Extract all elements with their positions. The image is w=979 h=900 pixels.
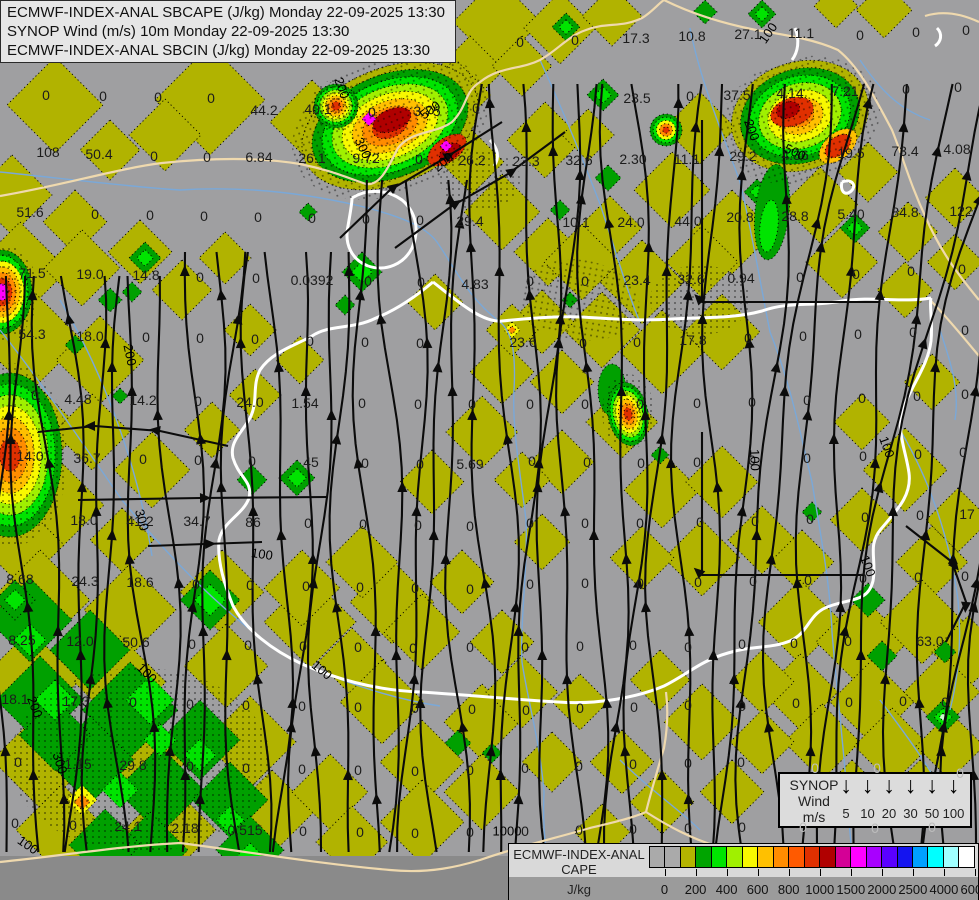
cape-tick-label: 1000 <box>805 882 834 897</box>
cape-tick-mark <box>944 869 945 876</box>
cape-swatch <box>820 846 835 868</box>
cape-swatch <box>836 846 851 868</box>
cape-tick-label: 400 <box>716 882 738 897</box>
cape-tick-mark <box>851 869 852 876</box>
cape-tick-label: 2500 <box>898 882 927 897</box>
cape-swatch <box>867 846 882 868</box>
cape-color-scale <box>649 846 975 868</box>
cape-swatch <box>743 846 758 868</box>
cape-tick-label: 4000 <box>929 882 958 897</box>
cape-tick-mark <box>882 869 883 876</box>
wind-legend-title-line: m/s <box>788 809 840 825</box>
wind-speed-label: 5 <box>842 806 849 821</box>
title-line-wind: SYNOP Wind (m/s) 10m Monday 22-09-2025 1… <box>7 22 449 41</box>
wind-arrow-icon: ↓ <box>948 772 960 799</box>
title-line-sbcape: ECMWF-INDEX-ANAL SBCAPE (J/kg) Monday 22… <box>7 3 449 22</box>
cape-swatch <box>681 846 696 868</box>
cape-swatch <box>665 846 680 868</box>
cape-swatch <box>789 846 804 868</box>
wind-arrow-icon: ↓ <box>840 772 852 799</box>
cape-swatch <box>727 846 742 868</box>
wind-arrow-icon: ↓ <box>883 772 895 799</box>
map-canvas <box>0 0 979 900</box>
wind-arrow-icon: ↓ <box>862 772 874 799</box>
cape-swatch <box>928 846 943 868</box>
cape-swatch <box>898 846 913 868</box>
wind-legend-title-line: SYNOP <box>788 777 840 793</box>
cape-tick-label: 0 <box>661 882 668 897</box>
cape-swatch <box>805 846 820 868</box>
wind-speed-label: 50 <box>925 806 939 821</box>
cape-swatch <box>882 846 897 868</box>
wind-legend-title-line: Wind <box>788 793 840 809</box>
cape-swatch <box>774 846 789 868</box>
wind-arrow-icon: ↓ <box>926 772 938 799</box>
weather-map-view: 0017.310.827.111.1000000044.240.103.7502… <box>0 0 979 900</box>
cape-legend-name: ECMWF-INDEX-ANAL <box>509 847 649 862</box>
title-line-sbcin: ECMWF-INDEX-ANAL SBCIN (J/kg) Monday 22-… <box>7 41 449 60</box>
cape-legend-units: J/kg <box>509 882 649 897</box>
cape-swatch <box>959 846 974 868</box>
cape-swatch <box>851 846 866 868</box>
cape-tick-label: 6000 <box>961 882 979 897</box>
cape-swatch <box>944 846 959 868</box>
cape-tick-mark <box>975 869 976 876</box>
wind-speed-label: 30 <box>903 806 917 821</box>
cape-swatch <box>913 846 928 868</box>
cape-tick-label: 1500 <box>836 882 865 897</box>
cape-swatch <box>712 846 727 868</box>
cape-tick-mark <box>696 869 697 876</box>
cape-tick-label: 800 <box>778 882 800 897</box>
cape-tick-mark <box>820 869 821 876</box>
wind-speed-label: 100 <box>943 806 965 821</box>
cape-swatch <box>649 846 665 868</box>
wind-legend-title: SYNOP Wind m/s <box>788 777 840 825</box>
cape-tick-mark <box>913 869 914 876</box>
cape-legend-name: CAPE <box>509 862 649 877</box>
cape-swatch <box>696 846 711 868</box>
map-title-box: ECMWF-INDEX-ANAL SBCAPE (J/kg) Monday 22… <box>0 0 456 63</box>
cape-legend: ECMWF-INDEX-ANAL CAPE J/kg 0 200 400 600 800… <box>508 843 979 900</box>
cape-tick-label: 600 <box>747 882 769 897</box>
cape-swatch <box>758 846 773 868</box>
cape-tick-mark <box>727 869 728 876</box>
cape-tick-mark <box>758 869 759 876</box>
cape-tick-label: 2000 <box>867 882 896 897</box>
wind-speed-label: 10 <box>860 806 874 821</box>
wind-arrow-icon: ↓ <box>905 772 917 799</box>
wind-legend: SYNOP Wind m/s ↓ 5 ↓ 10 ↓ 20 ↓ 30 ↓ 50 ↓ 100 <box>778 772 972 828</box>
cape-tick-mark <box>789 869 790 876</box>
wind-speed-label: 20 <box>882 806 896 821</box>
cape-tick-label: 200 <box>685 882 707 897</box>
cape-tick-mark <box>665 869 666 876</box>
